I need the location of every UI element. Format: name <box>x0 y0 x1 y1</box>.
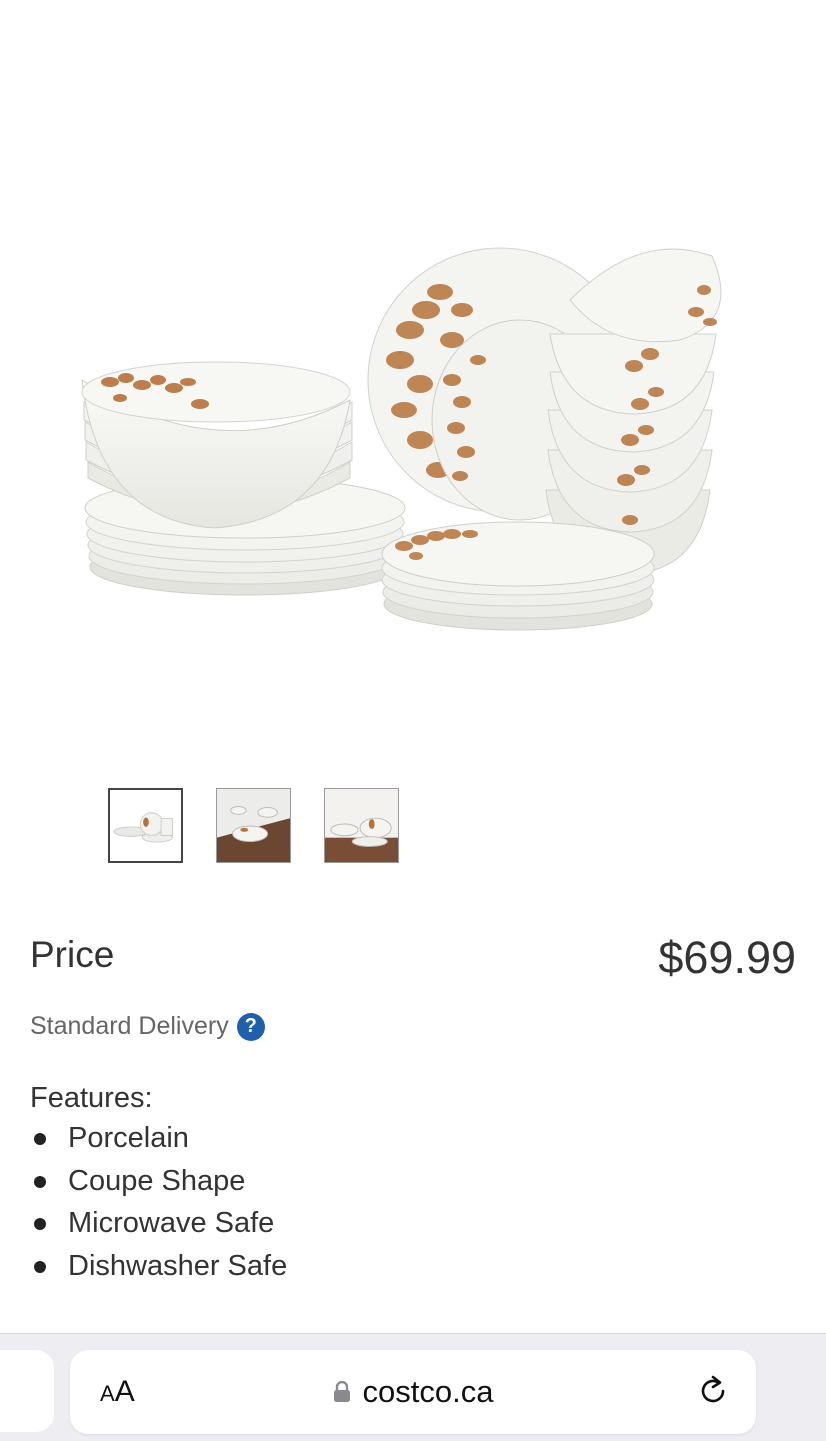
feature-item: Dishwasher Safe <box>30 1245 287 1288</box>
thumbnail-gallery <box>108 788 399 863</box>
thumbnail-1-image <box>110 790 181 861</box>
delivery-label: Standard Delivery <box>30 1012 229 1040</box>
price-row: Price $69.99 <box>30 928 796 984</box>
feature-item: Microwave Safe <box>30 1202 287 1245</box>
question-circle-icon[interactable]: ? <box>236 1012 265 1041</box>
reload-icon[interactable] <box>696 1374 730 1408</box>
features-section: Features: Porcelain Coupe Shape Microwav… <box>30 1082 287 1287</box>
lock-icon <box>333 1381 350 1402</box>
feature-item: Coupe Shape <box>30 1160 287 1203</box>
previous-tab-pill[interactable] <box>0 1350 54 1432</box>
features-list: Porcelain Coupe Shape Microwave Safe Dis… <box>30 1117 287 1287</box>
url-display[interactable]: costco.ca <box>70 1350 756 1434</box>
product-image[interactable] <box>0 0 826 770</box>
feature-item: Porcelain <box>30 1117 287 1160</box>
price-value: $69.99 <box>658 932 796 983</box>
price-label: Price <box>30 934 115 975</box>
browser-toolbar: AA costco.ca <box>0 1333 826 1441</box>
address-bar[interactable]: AA costco.ca <box>70 1350 756 1434</box>
thumbnail-2[interactable] <box>216 788 291 863</box>
thumbnail-2-image <box>217 789 290 862</box>
salad-plate-stack <box>381 521 655 631</box>
thumbnail-1[interactable] <box>108 788 183 863</box>
thumbnail-3[interactable] <box>324 788 399 863</box>
delivery-info: Standard Delivery ? <box>30 1012 265 1041</box>
dinnerware-illustration <box>81 247 722 631</box>
url-text: costco.ca <box>362 1374 494 1409</box>
features-title: Features: <box>30 1082 153 1114</box>
thumbnail-3-image <box>325 789 398 862</box>
